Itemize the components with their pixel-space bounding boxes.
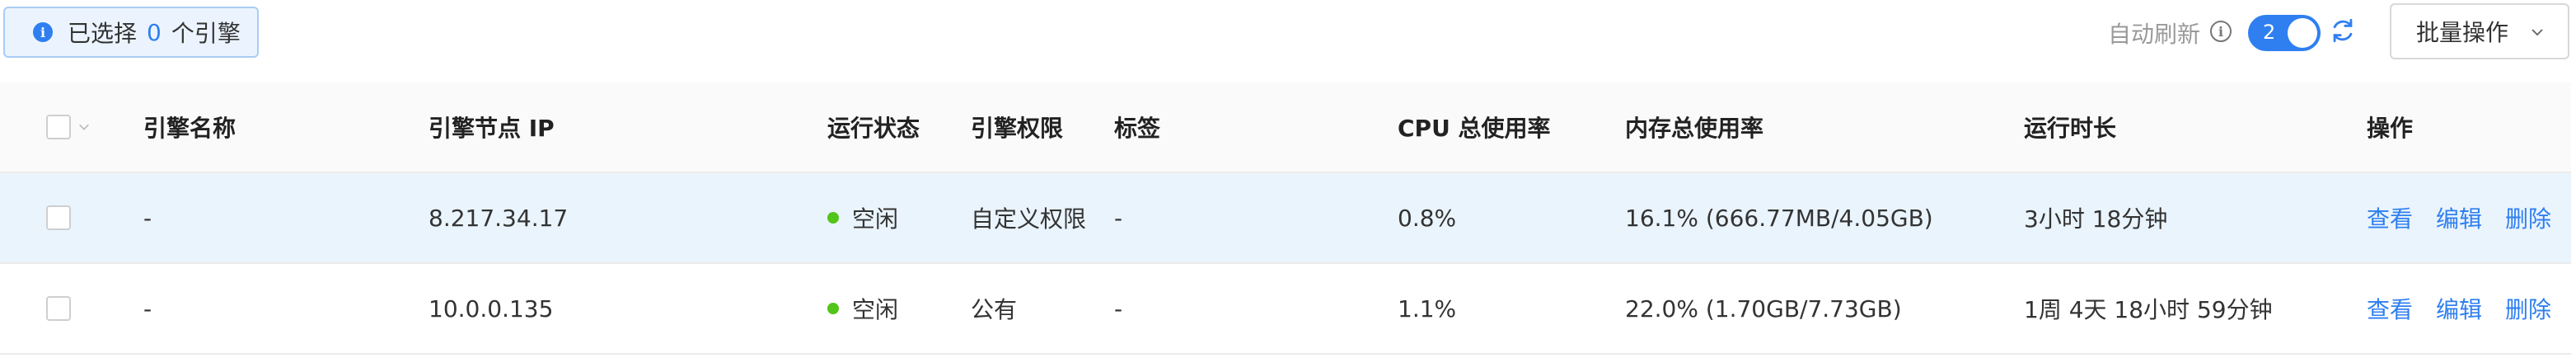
engine-tags: - <box>1114 294 1123 323</box>
edit-link[interactable]: 编辑 <box>2436 292 2482 325</box>
engine-memory: 16.1% (666.77MB/4.05GB) <box>1625 204 1933 232</box>
engine-permission: 公有 <box>971 296 1018 323</box>
delete-link[interactable]: 删除 <box>2505 292 2551 325</box>
select-all-cell <box>46 82 91 172</box>
engine-ip: 10.0.0.135 <box>429 294 554 323</box>
header-permission: 引擎权限 <box>971 115 1064 142</box>
status-dot-icon <box>827 303 839 314</box>
help-icon[interactable]: i <box>2210 21 2232 42</box>
refresh-interval: 2 <box>2263 21 2276 44</box>
view-link[interactable]: 查看 <box>2367 201 2413 234</box>
engine-ip: 8.217.34.17 <box>429 204 569 232</box>
chevron-down-icon[interactable] <box>77 120 91 134</box>
selection-summary: i 已选择 0 个引擎 <box>3 7 259 58</box>
status-text: 空闲 <box>852 205 899 233</box>
info-icon: i <box>33 22 53 42</box>
selection-count: 0 <box>147 18 162 46</box>
header-ip: 引擎节点 IP <box>429 115 555 142</box>
auto-refresh-toggle[interactable]: 2 <box>2248 15 2321 51</box>
engine-uptime: 3小时 18分钟 <box>2024 205 2168 233</box>
engine-status: 空闲 <box>827 264 898 353</box>
header-memory: 内存总使用率 <box>1625 115 1764 142</box>
chevron-down-icon <box>2532 29 2543 36</box>
table-row[interactable]: - 10.0.0.135 空闲 公有 - 1.1% 22.0% (1.70GB/… <box>0 264 2571 355</box>
row-checkbox[interactable] <box>46 205 71 230</box>
status-dot-icon <box>827 212 839 224</box>
engine-tags: - <box>1114 204 1123 232</box>
selection-prefix: 已选择 <box>68 20 138 47</box>
row-actions: 查看 编辑 删除 <box>2367 264 2574 353</box>
header-uptime: 运行时长 <box>2024 115 2117 142</box>
engine-uptime: 1周 4天 18小时 59分钟 <box>2024 296 2273 323</box>
status-text: 空闲 <box>852 296 899 323</box>
toggle-knob <box>2288 18 2317 48</box>
engine-status: 空闲 <box>827 173 898 262</box>
header-actions: 操作 <box>2367 115 2414 142</box>
table-header: 引擎名称 引擎节点 IP 运行状态 引擎权限 标签 CPU 总使用率 内存总使用… <box>0 82 2571 173</box>
engine-name: - <box>143 204 152 232</box>
header-status: 运行状态 <box>827 115 920 142</box>
refresh-icon[interactable] <box>2329 16 2357 45</box>
header-tags: 标签 <box>1114 115 1161 142</box>
selection-suffix: 个引擎 <box>171 20 241 47</box>
row-checkbox[interactable] <box>46 296 71 321</box>
view-link[interactable]: 查看 <box>2367 292 2413 325</box>
engine-memory: 22.0% (1.70GB/7.73GB) <box>1625 294 1902 323</box>
engine-name: - <box>143 294 152 323</box>
table-row[interactable]: - 8.217.34.17 空闲 自定义权限 - 0.8% 16.1% (666… <box>0 173 2571 264</box>
row-select-cell <box>46 173 71 262</box>
engine-cpu: 1.1% <box>1398 294 1457 323</box>
engine-cpu: 0.8% <box>1398 204 1457 232</box>
select-all-checkbox[interactable] <box>46 115 71 139</box>
batch-actions-button[interactable]: 批量操作 <box>2390 3 2569 59</box>
batch-actions-label: 批量操作 <box>2416 19 2509 46</box>
header-cpu: CPU 总使用率 <box>1398 115 1551 142</box>
row-actions: 查看 编辑 删除 <box>2367 173 2574 262</box>
engine-permission: 自定义权限 <box>971 205 1087 233</box>
delete-link[interactable]: 删除 <box>2505 201 2551 234</box>
auto-refresh-label: 自动刷新 <box>2108 21 2201 48</box>
edit-link[interactable]: 编辑 <box>2436 201 2482 234</box>
row-select-cell <box>46 264 71 353</box>
header-name: 引擎名称 <box>143 115 237 142</box>
engine-table: 引擎名称 引擎节点 IP 运行状态 引擎权限 标签 CPU 总使用率 内存总使用… <box>0 82 2571 355</box>
